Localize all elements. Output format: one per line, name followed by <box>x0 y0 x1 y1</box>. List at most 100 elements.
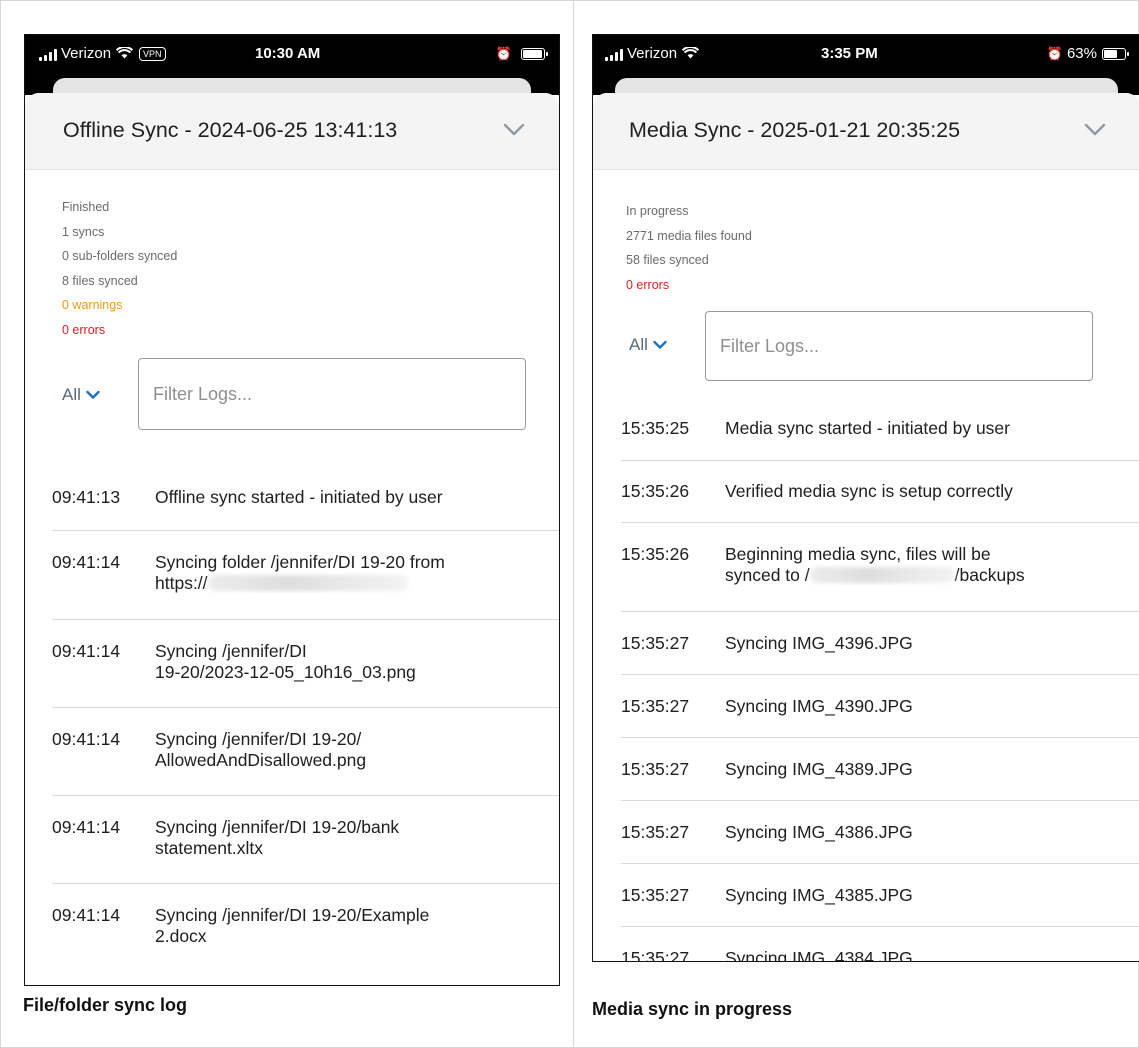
sheet-header[interactable]: Offline Sync - 2024-06-25 13:41:13 <box>25 93 559 170</box>
status-text: Finished <box>62 200 110 214</box>
cellular-signal-icon <box>605 48 623 61</box>
figure-caption: File/folder sync log <box>23 995 188 1015</box>
log-message: Syncing /jennifer/DI 19-20/ <box>155 729 362 749</box>
alarm-icon: ⏰ <box>1046 46 1063 61</box>
log-time: 15:35:25 <box>621 418 690 438</box>
log-time: 09:41:14 <box>52 729 121 749</box>
errors-count: 0 errors <box>626 277 670 292</box>
battery-icon <box>1102 48 1129 60</box>
log-time: 15:35:27 <box>621 696 690 716</box>
sheet-title: Offline Sync - 2024-06-25 13:41:13 <box>63 118 398 142</box>
log-message: Syncing IMG_4390.JPG <box>725 696 913 716</box>
log-time: 09:41:14 <box>52 552 121 572</box>
log-row: 09:41:14 Syncing /jennifer/DI 19-20/bank… <box>52 796 559 884</box>
log-row: 09:41:14 Syncing folder /jennifer/DI 19-… <box>52 531 559 620</box>
battery-percent: 63% <box>1066 45 1097 62</box>
log-row: 09:41:13 Offline sync started - initiate… <box>52 473 559 531</box>
wifi-icon <box>115 45 134 63</box>
media-found-count: 2771 media files found <box>626 228 752 243</box>
vpn-badge: VPN <box>139 47 166 61</box>
filter-logs-input[interactable] <box>138 358 526 430</box>
log-row: 15:35:27 Syncing IMG_4385.JPG <box>621 864 1139 927</box>
log-time: 09:41:14 <box>52 905 121 925</box>
log-row: 15:35:27 Syncing IMG_4386.JPG <box>621 801 1139 864</box>
log-time: 09:41:14 <box>52 641 121 661</box>
log-message: Verified media sync is setup correctly <box>725 481 1013 501</box>
right-panel: Verizon 3:35 PM ⏰ 63% Media Sync - 2025-… <box>573 0 1139 1048</box>
log-time: 15:35:27 <box>621 885 690 905</box>
chevron-down-icon[interactable] <box>1084 123 1106 137</box>
left-panel: Verizon VPN 10:30 AM ⏰ Offline Sync - 20… <box>0 0 573 1048</box>
log-message: Syncing IMG_4386.JPG <box>725 822 913 842</box>
files-count: 58 files synced <box>626 253 709 267</box>
sync-log-sheet: Media Sync - 2025-01-21 20:35:25 In prog… <box>593 93 1139 961</box>
sync-stats: In progress 2771 media files found 58 fi… <box>626 199 752 297</box>
log-message: Syncing /jennifer/DI <box>155 641 307 661</box>
log-message: Syncing IMG_4384.JPG <box>725 948 913 961</box>
wifi-icon <box>681 45 700 63</box>
log-time: 09:41:13 <box>52 487 121 507</box>
log-row: 15:35:25 Media sync started - initiated … <box>621 399 1139 461</box>
syncs-count: 1 syncs <box>62 224 105 239</box>
sheet-title: Media Sync - 2025-01-21 20:35:25 <box>629 118 961 142</box>
sync-log-sheet: Offline Sync - 2024-06-25 13:41:13 Finis… <box>25 93 559 985</box>
log-row: 15:35:26 Verified media sync is setup co… <box>621 461 1139 523</box>
subfolders-count: 0 sub-folders synced <box>62 249 178 263</box>
log-row: 15:35:27 Syncing IMG_4390.JPG <box>621 675 1139 738</box>
log-time: 15:35:27 <box>621 633 690 653</box>
log-time: 15:35:27 <box>621 822 690 842</box>
files-count: 8 files synced <box>62 273 138 288</box>
log-message-line2: 2.docx <box>155 926 207 946</box>
log-message: Media sync started - initiated by user <box>725 418 1010 438</box>
right-phone-screenshot: Verizon 3:35 PM ⏰ 63% Media Sync - 2025-… <box>592 34 1139 962</box>
log-message: Syncing folder /jennifer/DI 19-20 from <box>155 552 445 572</box>
log-level-dropdown[interactable]: All <box>62 385 100 405</box>
cellular-signal-icon <box>39 48 57 61</box>
carrier-label: Verizon <box>61 45 112 62</box>
filter-row: All <box>25 358 559 430</box>
log-message-line2: AllowedAndDisallowed.png <box>155 750 367 770</box>
sheet-header[interactable]: Media Sync - 2025-01-21 20:35:25 <box>593 93 1139 170</box>
log-message: Offline sync started - initiated by user <box>155 487 443 507</box>
log-time: 09:41:14 <box>52 817 121 837</box>
dropdown-label: All <box>62 385 81 404</box>
log-row: 09:41:14 Syncing /jennifer/DI 19-20/ All… <box>52 708 559 796</box>
log-time: 15:35:27 <box>621 948 690 961</box>
figure-caption: Media sync in progress <box>592 999 793 1019</box>
left-phone-screenshot: Verizon VPN 10:30 AM ⏰ Offline Sync - 20… <box>24 34 560 986</box>
chevron-down-icon[interactable] <box>503 123 525 137</box>
log-message: Syncing /jennifer/DI 19-20/bank <box>155 817 400 837</box>
chevron-down-icon <box>653 340 667 349</box>
log-message: Syncing /jennifer/DI 19-20/Example <box>155 905 430 925</box>
log-row: 09:41:14 Syncing /jennifer/DI 19-20/Exam… <box>52 884 559 972</box>
log-time: 15:35:26 <box>621 481 690 501</box>
filter-row: All <box>593 311 1139 383</box>
clock: 3:35 PM <box>821 45 878 62</box>
errors-count: 0 errors <box>62 322 106 337</box>
log-list: 15:35:25 Media sync started - initiated … <box>593 399 1139 961</box>
log-time: 15:35:26 <box>621 544 690 564</box>
filter-logs-input[interactable] <box>705 311 1093 381</box>
log-message: Syncing IMG_4385.JPG <box>725 885 913 905</box>
redacted-path <box>809 567 955 583</box>
log-message-line2: statement.xltx <box>155 838 263 858</box>
carrier-label: Verizon <box>627 45 678 62</box>
log-row: 15:35:27 Syncing IMG_4384.JPG <box>621 927 1139 961</box>
log-row: 15:35:26 Beginning media sync, files wil… <box>621 523 1139 612</box>
sync-stats: Finished 1 syncs 0 sub-folders synced 8 … <box>62 195 177 342</box>
redacted-url <box>207 575 408 591</box>
alarm-icon: ⏰ <box>495 46 512 61</box>
log-message-line2-suffix: /backups <box>954 565 1025 585</box>
log-level-dropdown[interactable]: All <box>629 335 667 355</box>
log-message: Syncing IMG_4389.JPG <box>725 759 913 779</box>
log-message-line2: https:// <box>155 573 208 593</box>
log-row: 15:35:27 Syncing IMG_4389.JPG <box>621 738 1139 801</box>
log-message: Beginning media sync, files will be <box>725 544 991 564</box>
log-message-line2: synced to / <box>725 565 810 585</box>
log-list: 09:41:13 Offline sync started - initiate… <box>25 473 559 972</box>
log-row: 09:41:14 Syncing /jennifer/DI 19-20/2023… <box>52 620 559 708</box>
chevron-down-icon <box>86 390 100 399</box>
log-message-line2: 19-20/2023-12-05_10h16_03.png <box>155 662 416 682</box>
log-row: 15:35:27 Syncing IMG_4396.JPG <box>621 612 1139 675</box>
battery-icon <box>521 48 548 60</box>
